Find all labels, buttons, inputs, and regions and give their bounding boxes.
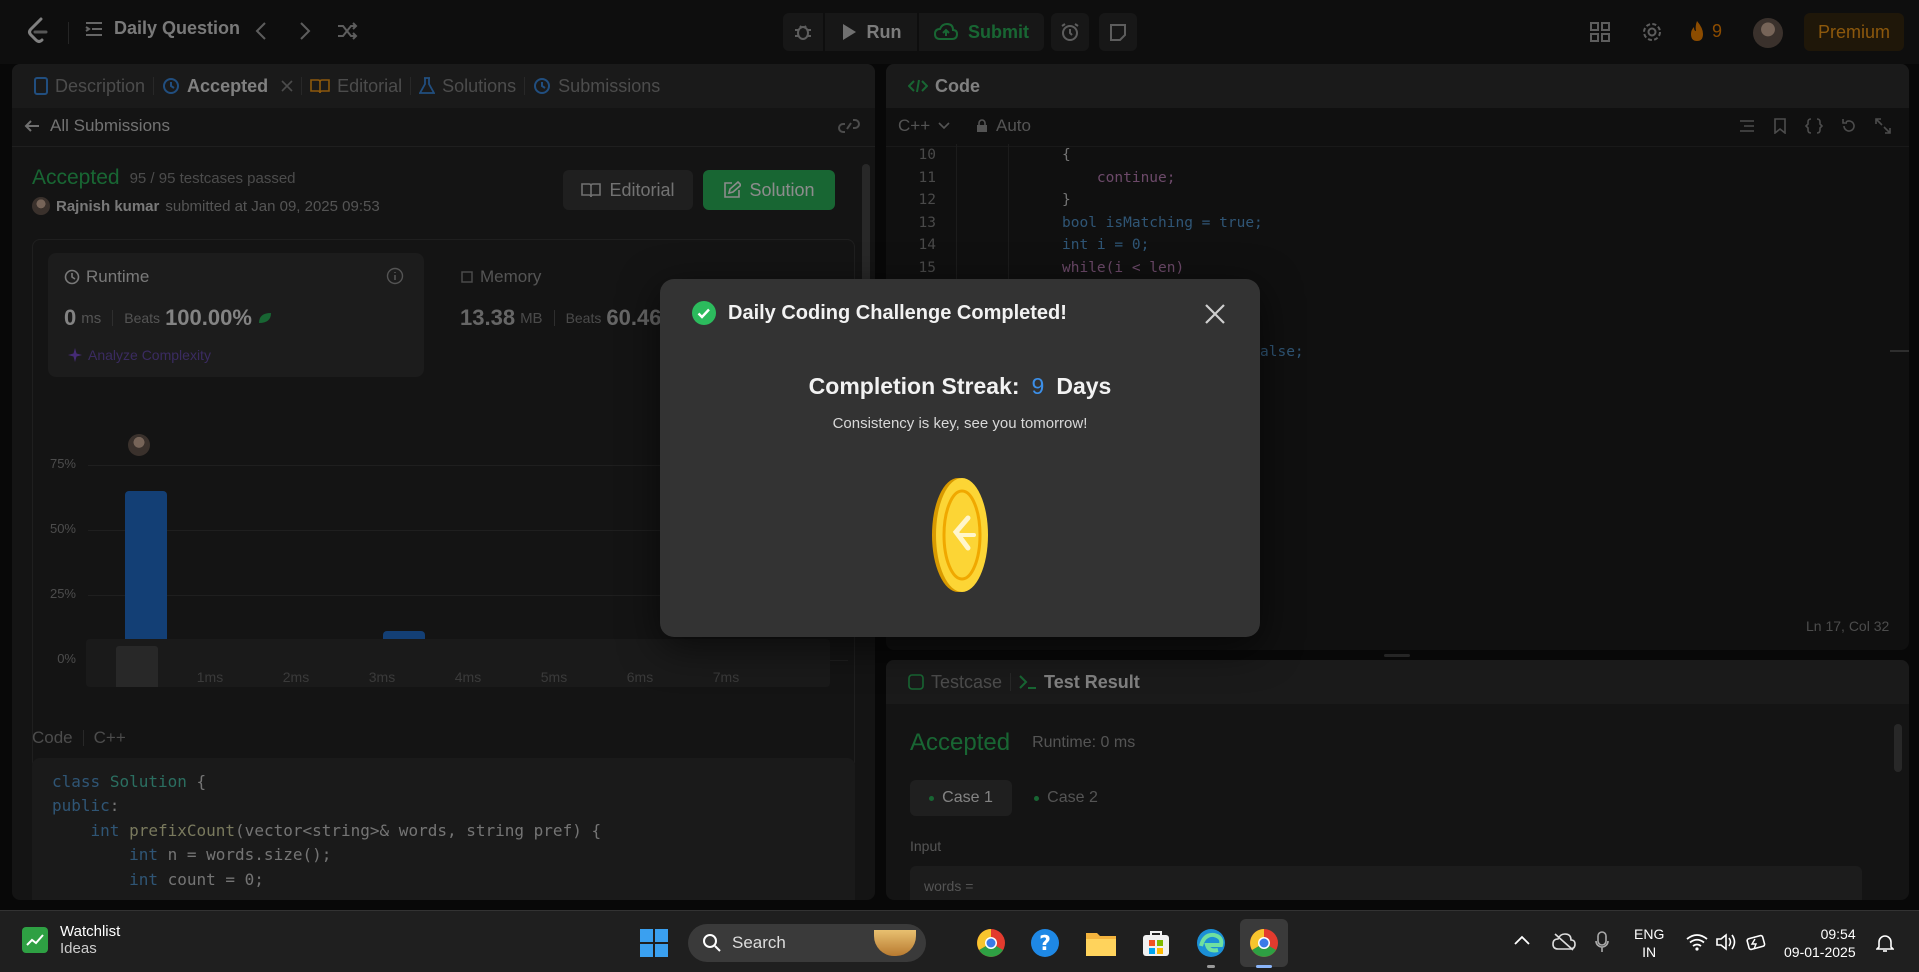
clock-date: 09-01-2025 <box>1784 944 1856 960</box>
active-indicator <box>1256 965 1272 968</box>
battery-charging-icon[interactable] <box>1746 933 1768 951</box>
modal-header: Daily Coding Challenge Completed! <box>692 301 1067 325</box>
streak-prefix: Completion Streak: <box>808 373 1020 399</box>
cloud-offline-icon[interactable] <box>1552 933 1576 951</box>
wifi-icon[interactable] <box>1686 933 1708 951</box>
modal-message: Consistency is key, see you tomorrow! <box>832 415 1088 432</box>
svg-text:?: ? <box>1039 931 1051 955</box>
chrome-icon[interactable] <box>1249 928 1279 958</box>
lang-code: ENG <box>1634 926 1665 942</box>
edge-icon[interactable] <box>1196 928 1226 958</box>
widgets-button[interactable]: Watchlist Ideas <box>22 923 120 957</box>
file-explorer-icon[interactable] <box>1085 929 1117 957</box>
close-icon[interactable] <box>1204 303 1226 325</box>
windows-start-icon[interactable] <box>640 929 668 957</box>
microphone-icon[interactable] <box>1595 931 1609 953</box>
clock[interactable]: 09:54 09-01-2025 <box>1784 925 1856 961</box>
widget-title: Watchlist <box>60 923 121 940</box>
chrome-icon[interactable] <box>976 928 1006 958</box>
microsoft-store-icon[interactable] <box>1141 928 1171 958</box>
windows-taskbar: Watchlist Ideas Search ? ENG IN 09:54 09… <box>0 910 1919 972</box>
stock-chart-icon <box>22 927 48 953</box>
clock-time: 09:54 <box>1820 926 1856 942</box>
help-icon[interactable]: ? <box>1030 928 1060 958</box>
language-indicator[interactable]: ENG IN <box>1634 925 1664 961</box>
streak-number: 9 <box>1031 373 1045 399</box>
gold-coin-icon <box>924 475 996 595</box>
search-icon <box>702 933 722 953</box>
widget-text: Watchlist Ideas <box>60 923 120 957</box>
daily-challenge-modal: Daily Coding Challenge Completed! Comple… <box>660 279 1260 637</box>
check-circle-icon <box>692 301 716 325</box>
widget-subtitle: Ideas <box>60 940 97 957</box>
chevron-up-icon[interactable] <box>1514 935 1530 945</box>
region-code: IN <box>1642 944 1657 960</box>
taskbar-search[interactable]: Search <box>688 924 926 962</box>
streak-suffix: Days <box>1056 373 1112 399</box>
search-highlight-image <box>874 930 916 956</box>
modal-title: Daily Coding Challenge Completed! <box>728 301 1067 324</box>
search-placeholder: Search <box>732 933 786 952</box>
running-indicator <box>1207 965 1215 968</box>
streak-line: Completion Streak: 9 Days <box>660 373 1260 400</box>
volume-icon[interactable] <box>1716 933 1738 951</box>
notification-bell-icon[interactable] <box>1876 933 1894 953</box>
